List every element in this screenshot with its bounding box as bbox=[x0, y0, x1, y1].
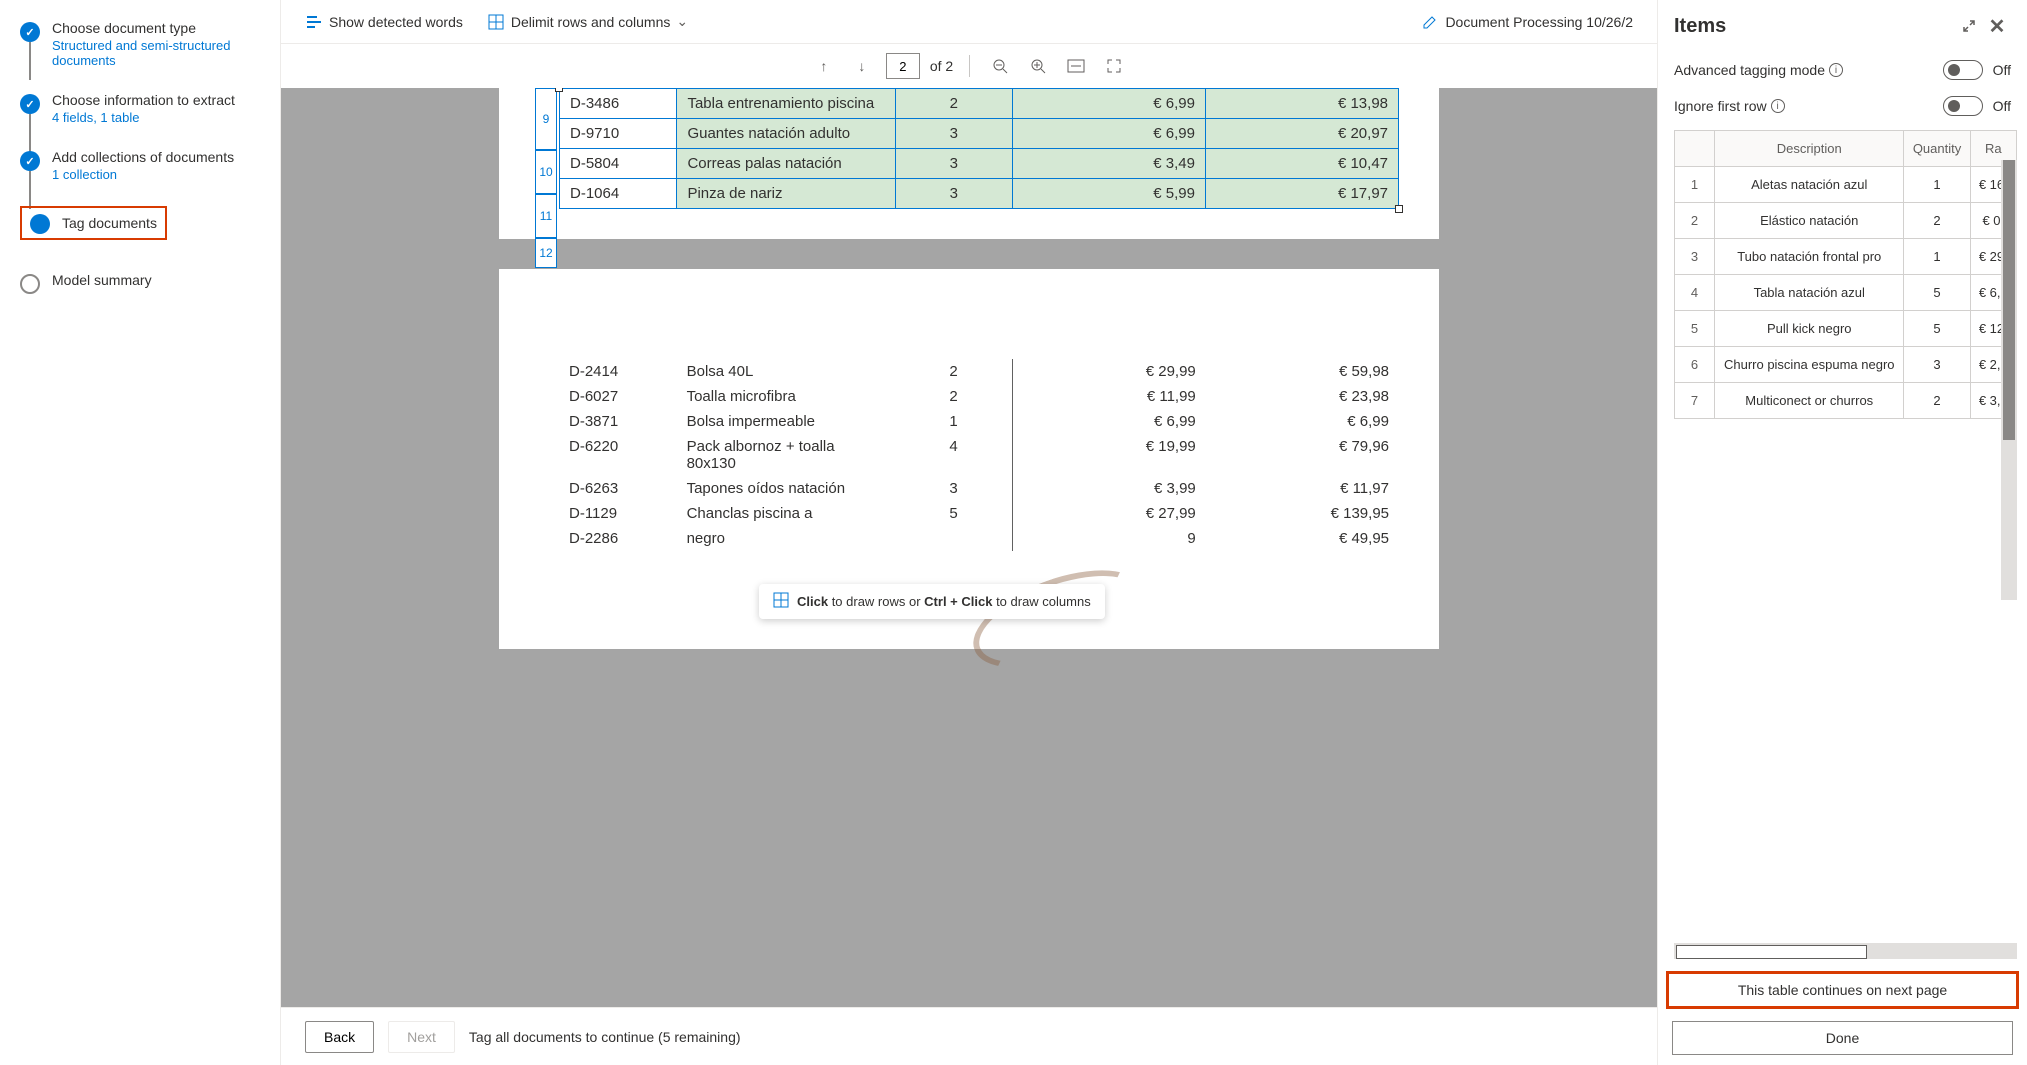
document-name: Document Processing 10/26/2 bbox=[1445, 14, 1633, 30]
items-data-table[interactable]: DescriptionQuantityRa 1Aletas natación a… bbox=[1674, 130, 2017, 419]
page-number-input[interactable] bbox=[886, 53, 920, 79]
toggle-state: Off bbox=[1993, 98, 2011, 114]
table-row[interactable]: 7Multiconect or churros2€ 3,9 bbox=[1675, 383, 2017, 419]
fit-page-button[interactable] bbox=[1100, 52, 1128, 80]
page-total: of 2 bbox=[930, 58, 953, 74]
footer-message: Tag all documents to continue (5 remaini… bbox=[469, 1029, 741, 1045]
table-row[interactable]: D-2414Bolsa 40L2€ 29,99€ 59,98 bbox=[559, 359, 1399, 384]
wizard-sidebar: Choose document type Structured and semi… bbox=[0, 0, 280, 1065]
zoom-out-button[interactable] bbox=[986, 52, 1014, 80]
highlighted-table[interactable]: D-3486Tabla entrenamiento piscina2€ 6,99… bbox=[559, 88, 1399, 209]
prev-page-button[interactable]: ↑ bbox=[810, 52, 838, 80]
show-detected-words-button[interactable]: Show detected words bbox=[305, 13, 463, 31]
step-title: Choose information to extract bbox=[52, 92, 280, 108]
table-row[interactable]: 6Churro piscina espuma negro3€ 2,9 bbox=[1675, 347, 2017, 383]
next-page-button[interactable]: ↓ bbox=[848, 52, 876, 80]
horizontal-scrollbar[interactable] bbox=[1674, 943, 2017, 959]
table-row[interactable]: D-3871Bolsa impermeable1€ 6,99€ 6,99 bbox=[559, 409, 1399, 434]
step-title: Choose document type bbox=[52, 20, 280, 36]
row-index-handle[interactable]: 10 bbox=[535, 150, 557, 194]
step-title: Model summary bbox=[52, 272, 280, 288]
delimit-rows-columns-button[interactable]: Delimit rows and columns ⌄ bbox=[487, 13, 688, 31]
row-index-handle[interactable]: 9 bbox=[535, 88, 557, 150]
document-name-button[interactable]: Document Processing 10/26/2 bbox=[1421, 13, 1633, 31]
column-header[interactable]: Quantity bbox=[1904, 131, 1970, 167]
ignore-first-row-toggle[interactable] bbox=[1943, 96, 1983, 116]
expand-icon[interactable] bbox=[1955, 12, 1983, 40]
viewer-toolbar: ↑ ↓ of 2 bbox=[281, 44, 1657, 88]
untagged-table[interactable]: D-2414Bolsa 40L2€ 29,99€ 59,98D-6027Toal… bbox=[559, 359, 1399, 551]
step-subtitle: Structured and semi-structured documents bbox=[52, 38, 280, 68]
check-icon bbox=[20, 22, 40, 42]
pending-step-icon bbox=[20, 274, 40, 294]
table-row[interactable]: D-1064Pinza de nariz3€ 5,99€ 17,97 bbox=[560, 179, 1399, 209]
table-row[interactable]: D-9710Guantes natación adulto3€ 6,99€ 20… bbox=[560, 119, 1399, 149]
hint-text: to draw rows or bbox=[828, 594, 924, 609]
info-icon[interactable]: i bbox=[1771, 99, 1785, 113]
hint-text: Click bbox=[797, 594, 828, 609]
table-row[interactable]: D-3486Tabla entrenamiento piscina2€ 6,99… bbox=[560, 89, 1399, 119]
table-icon bbox=[773, 592, 789, 611]
table-row[interactable]: 4Tabla natación azul5€ 6,9 bbox=[1675, 275, 2017, 311]
advanced-tagging-toggle[interactable] bbox=[1943, 60, 1983, 80]
main-content: Show detected words Delimit rows and col… bbox=[280, 0, 1657, 1065]
table-row[interactable]: 2Elástico natación2€ 0, bbox=[1675, 203, 2017, 239]
text-recognition-icon bbox=[305, 13, 323, 31]
check-icon bbox=[20, 94, 40, 114]
column-header[interactable] bbox=[1675, 131, 1715, 167]
step-title: Tag documents bbox=[62, 215, 157, 231]
panel-title: Items bbox=[1674, 15, 1726, 38]
table-row[interactable]: D-5804Correas palas natación3€ 3,49€ 10,… bbox=[560, 149, 1399, 179]
table-row[interactable]: D-2286negro9€ 49,95 bbox=[559, 526, 1399, 551]
toggle-label: Advanced tagging mode bbox=[1674, 62, 1825, 78]
edit-icon bbox=[1421, 13, 1439, 31]
draw-hint-tooltip: Click to draw rows or Ctrl + Click to dr… bbox=[759, 584, 1105, 619]
step-subtitle: 4 fields, 1 table bbox=[52, 110, 280, 125]
step-subtitle: 1 collection bbox=[52, 167, 280, 182]
table-row[interactable]: D-1129Chanclas piscina a5€ 27,99€ 139,95 bbox=[559, 501, 1399, 526]
ignore-first-row-toggle-row: Ignore first row i Off bbox=[1658, 88, 2027, 124]
toolbar-label: Delimit rows and columns bbox=[511, 14, 671, 30]
fit-width-button[interactable] bbox=[1062, 52, 1090, 80]
items-panel: Items ✕ Advanced tagging mode i Off Igno… bbox=[1657, 0, 2027, 1065]
step-add-collections[interactable]: Add collections of documents 1 collectio… bbox=[20, 149, 280, 182]
table-icon bbox=[487, 13, 505, 31]
toggle-label: Ignore first row bbox=[1674, 98, 1767, 114]
vertical-scrollbar[interactable] bbox=[2001, 160, 2017, 600]
close-icon[interactable]: ✕ bbox=[1983, 12, 2011, 40]
document-toolbar: Show detected words Delimit rows and col… bbox=[281, 0, 1657, 44]
table-row[interactable]: D-6027Toalla microfibra2€ 11,99€ 23,98 bbox=[559, 384, 1399, 409]
hint-text: to draw columns bbox=[992, 594, 1090, 609]
continues-next-page-button[interactable]: This table continues on next page bbox=[1666, 971, 2019, 1009]
step-choose-document-type[interactable]: Choose document type Structured and semi… bbox=[20, 20, 280, 68]
zoom-in-button[interactable] bbox=[1024, 52, 1052, 80]
current-step-icon bbox=[30, 214, 50, 234]
step-title: Add collections of documents bbox=[52, 149, 280, 165]
info-icon[interactable]: i bbox=[1829, 63, 1843, 77]
table-row[interactable]: 5Pull kick negro5€ 12, bbox=[1675, 311, 2017, 347]
done-button[interactable]: Done bbox=[1672, 1021, 2013, 1055]
advanced-tagging-toggle-row: Advanced tagging mode i Off bbox=[1658, 52, 2027, 88]
hint-text: Ctrl + Click bbox=[924, 594, 992, 609]
check-icon bbox=[20, 151, 40, 171]
table-row[interactable]: 1Aletas natación azul1€ 16, bbox=[1675, 167, 2017, 203]
table-row[interactable]: D-6263Tapones oídos natación3€ 3,99€ 11,… bbox=[559, 476, 1399, 501]
step-model-summary[interactable]: Model summary bbox=[20, 272, 280, 294]
next-button: Next bbox=[388, 1021, 455, 1053]
toggle-state: Off bbox=[1993, 62, 2011, 78]
table-row[interactable]: D-6220Pack albornoz + toalla 80x1304€ 19… bbox=[559, 434, 1399, 476]
row-index-handle[interactable]: 11 bbox=[535, 194, 557, 238]
row-index-handle[interactable]: 12 bbox=[535, 238, 557, 268]
document-canvas[interactable]: 9101112 D-3486Tabla entrenamiento piscin… bbox=[281, 88, 1657, 1007]
step-choose-information[interactable]: Choose information to extract 4 fields, … bbox=[20, 92, 280, 125]
footer-bar: Back Next Tag all documents to continue … bbox=[281, 1007, 1657, 1065]
step-tag-documents[interactable]: Tag documents bbox=[20, 206, 280, 240]
toolbar-label: Show detected words bbox=[329, 14, 463, 30]
table-row[interactable]: 3Tubo natación frontal pro1€ 29, bbox=[1675, 239, 2017, 275]
column-header[interactable]: Description bbox=[1715, 131, 1904, 167]
chevron-down-icon: ⌄ bbox=[676, 13, 688, 30]
back-button[interactable]: Back bbox=[305, 1021, 374, 1053]
